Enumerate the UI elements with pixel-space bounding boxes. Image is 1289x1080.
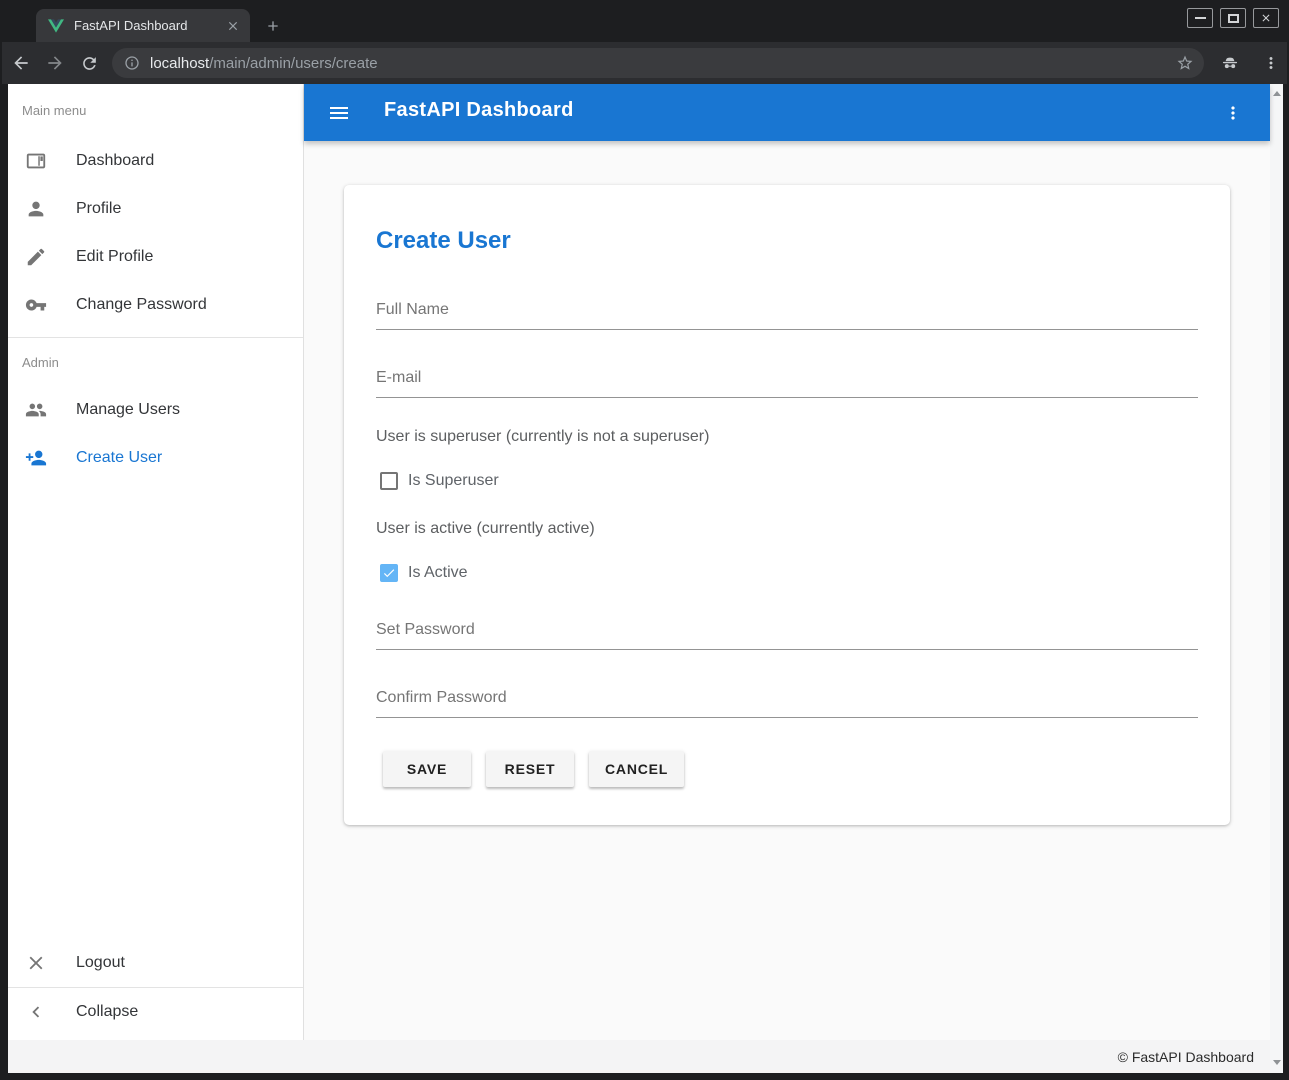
maximize-button[interactable] <box>1220 8 1246 28</box>
bookmark-star-button[interactable] <box>1176 54 1194 72</box>
full-name-field <box>376 301 1198 330</box>
confirm-password-field <box>376 689 1198 718</box>
people-icon <box>24 398 48 422</box>
sidebar-item-label: Logout <box>76 954 125 972</box>
url-text: localhost/main/admin/users/create <box>150 55 1176 72</box>
create-user-card: Create User User is superuser (currently… <box>344 185 1230 825</box>
person-icon <box>24 197 48 221</box>
set-password-input[interactable] <box>376 621 1198 650</box>
more-vert-icon <box>1223 103 1243 123</box>
chevron-left-icon <box>24 1000 48 1024</box>
sidebar-item-manage-users[interactable]: Manage Users <box>8 386 303 434</box>
superuser-checkbox-label: Is Superuser <box>408 472 499 490</box>
sidebar-item-label: Change Password <box>76 296 207 314</box>
sidebar-item-profile[interactable]: Profile <box>8 185 303 233</box>
tab-title: FastAPI Dashboard <box>74 18 224 33</box>
app-bar: FastAPI Dashboard <box>304 84 1270 141</box>
star-icon <box>1176 54 1194 72</box>
minimize-button[interactable] <box>1187 8 1213 28</box>
active-hint: User is active (currently active) <box>376 520 595 538</box>
superuser-hint: User is superuser (currently is not a su… <box>376 428 709 446</box>
close-icon <box>24 951 48 975</box>
vue-logo-icon <box>48 19 64 33</box>
site-info-icon[interactable] <box>124 55 140 71</box>
app-bar-menu-button[interactable] <box>1220 100 1246 126</box>
active-checkbox-label: Is Active <box>408 564 468 582</box>
sidebar-item-label: Collapse <box>76 1003 138 1021</box>
reload-icon <box>80 54 99 73</box>
sidebar: Main menu Dashboard Profile Edit Profile <box>8 84 304 1040</box>
copyright-text: © FastAPI Dashboard <box>1118 1049 1254 1065</box>
sidebar-item-label: Manage Users <box>76 401 180 419</box>
pencil-icon <box>24 245 48 269</box>
page-content: Main menu Dashboard Profile Edit Profile <box>8 84 1283 1073</box>
save-button[interactable]: SAVE <box>383 751 471 787</box>
form-buttons: SAVE RESET CANCEL <box>383 751 684 787</box>
window-controls <box>1187 8 1279 28</box>
sidebar-section-main-menu: Main menu <box>8 84 303 137</box>
sidebar-item-edit-profile[interactable]: Edit Profile <box>8 233 303 281</box>
sidebar-item-label: Edit Profile <box>76 248 153 266</box>
sidebar-item-collapse[interactable]: Collapse <box>8 988 303 1036</box>
email-field <box>376 369 1198 398</box>
forward-button[interactable] <box>40 48 70 78</box>
more-vert-icon <box>1262 54 1280 72</box>
active-checkbox-row[interactable]: Is Active <box>380 564 468 582</box>
url-host: localhost <box>150 55 209 72</box>
browser-toolbar: localhost/main/admin/users/create <box>2 42 1287 84</box>
arrow-forward-icon <box>45 53 65 73</box>
email-input[interactable] <box>376 369 1198 398</box>
cancel-button[interactable]: CANCEL <box>589 751 684 787</box>
plus-icon <box>265 18 281 34</box>
sidebar-item-label: Profile <box>76 200 121 218</box>
reset-button[interactable]: RESET <box>486 751 574 787</box>
new-tab-button[interactable] <box>261 14 285 38</box>
triangle-down-icon <box>1273 1060 1281 1065</box>
browser-menu-button[interactable] <box>1256 48 1286 78</box>
dashboard-icon <box>24 149 48 173</box>
close-window-button[interactable] <box>1253 8 1279 28</box>
triangle-up-icon <box>1273 91 1281 96</box>
hamburger-menu-icon <box>327 101 351 125</box>
scrollbar[interactable] <box>1270 84 1283 1073</box>
incognito-icon <box>1215 48 1245 78</box>
confirm-password-input[interactable] <box>376 689 1198 718</box>
minimize-icon <box>1195 17 1206 19</box>
app-bar-title: FastAPI Dashboard <box>384 99 574 122</box>
page-title: Create User <box>376 227 511 255</box>
sidebar-toggle-button[interactable] <box>326 100 352 126</box>
close-icon <box>1260 12 1272 24</box>
scroll-down-button[interactable] <box>1270 1055 1283 1069</box>
maximize-icon <box>1228 14 1239 23</box>
browser-tab-bar: FastAPI Dashboard <box>0 0 1289 42</box>
browser-window: FastAPI Dashboard <box>0 0 1289 1080</box>
sidebar-item-logout[interactable]: Logout <box>8 939 303 987</box>
key-icon <box>24 293 48 317</box>
sidebar-item-label: Create User <box>76 449 162 467</box>
sidebar-spacer <box>8 482 303 939</box>
sidebar-item-create-user[interactable]: Create User <box>8 434 303 482</box>
full-name-input[interactable] <box>376 301 1198 330</box>
check-icon <box>382 566 396 580</box>
page-footer: © FastAPI Dashboard <box>8 1040 1270 1073</box>
reload-button[interactable] <box>74 48 104 78</box>
arrow-back-icon <box>11 53 31 73</box>
browser-tab[interactable]: FastAPI Dashboard <box>36 9 250 42</box>
sidebar-section-admin: Admin <box>8 337 303 386</box>
close-icon <box>226 19 240 33</box>
superuser-checkbox-row[interactable]: Is Superuser <box>380 472 499 490</box>
sidebar-item-change-password[interactable]: Change Password <box>8 281 303 329</box>
person-add-icon <box>24 446 48 470</box>
address-bar[interactable]: localhost/main/admin/users/create <box>112 48 1204 78</box>
sidebar-item-label: Dashboard <box>76 152 154 170</box>
superuser-checkbox[interactable] <box>380 472 398 490</box>
back-button[interactable] <box>6 48 36 78</box>
tab-close-button[interactable] <box>224 17 242 35</box>
scroll-up-button[interactable] <box>1270 86 1283 100</box>
url-path: /main/admin/users/create <box>209 55 377 72</box>
active-checkbox[interactable] <box>380 564 398 582</box>
sidebar-item-dashboard[interactable]: Dashboard <box>8 137 303 185</box>
set-password-field <box>376 621 1198 650</box>
